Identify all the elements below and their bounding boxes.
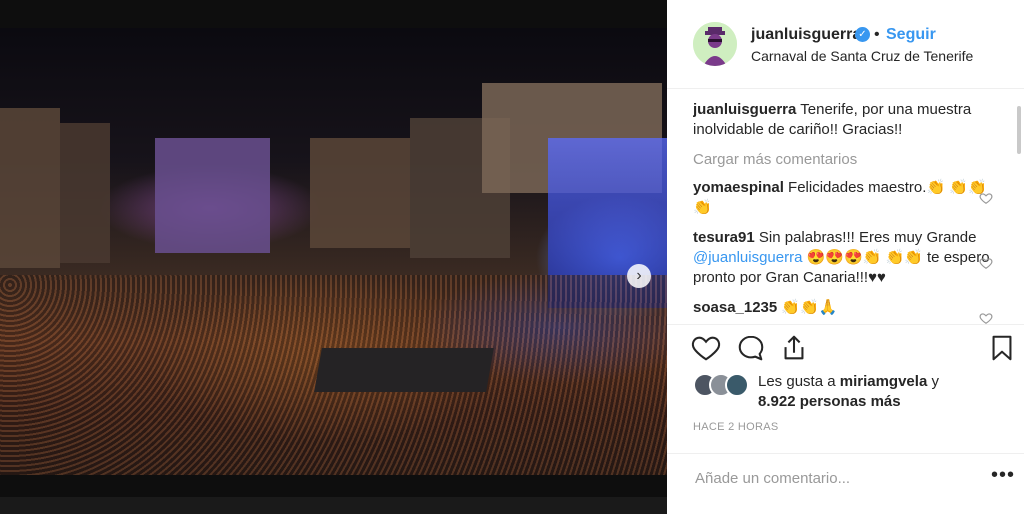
building <box>60 123 110 263</box>
comment-text: 👏👏🙏 <box>781 299 838 316</box>
liker-username[interactable]: miriamgvela <box>840 373 928 390</box>
comment-item: yomaespinal Felicidades maestro.👏 👏👏👏 <box>693 178 1003 218</box>
building <box>0 108 60 268</box>
comment-heart-icon[interactable] <box>979 312 993 324</box>
comments-list: juanluisguerra Tenerife, por una muestra… <box>693 100 1003 324</box>
caption-username[interactable]: juanluisguerra <box>693 101 796 118</box>
comment-username[interactable]: tesura91 <box>693 229 755 246</box>
avatar[interactable] <box>693 22 737 66</box>
carousel-next-button[interactable]: › <box>627 264 651 288</box>
add-comment-bar: ••• <box>667 453 1024 504</box>
comment-item: tesura91 Sin palabras!!! Eres muy Grande… <box>693 228 1003 288</box>
liker-avatars <box>693 373 753 397</box>
post-actions: Les gusta a miriamgvela y 8.922 personas… <box>667 324 1024 505</box>
post-timestamp[interactable]: HACE 2 HORAS <box>693 421 779 433</box>
comment-heart-icon[interactable] <box>979 191 993 205</box>
comment-icon[interactable] <box>736 333 766 363</box>
bookmark-icon[interactable] <box>987 333 1017 363</box>
post-photo[interactable]: › <box>0 28 667 475</box>
share-icon[interactable] <box>779 333 809 363</box>
load-more-comments-button[interactable]: Cargar más comentarios <box>693 150 1003 170</box>
scrollbar[interactable] <box>1017 106 1021 154</box>
building <box>155 138 270 253</box>
follow-button[interactable]: Seguir <box>886 26 936 44</box>
post-caption: juanluisguerra Tenerife, por una muestra… <box>693 100 1003 140</box>
likes-prefix: Les gusta a <box>758 373 840 390</box>
comment-heart-icon[interactable] <box>979 256 993 270</box>
building <box>310 138 410 248</box>
likes-count[interactable]: 8.922 personas más <box>758 393 901 410</box>
comment-item: soasa_1235 👏👏🙏 <box>693 298 1003 318</box>
tent <box>314 348 494 392</box>
comment-text: Sin palabras!!! Eres muy Grande <box>758 229 977 246</box>
likes-suffix: y <box>927 373 939 390</box>
more-options-button[interactable]: ••• <box>991 464 1015 487</box>
post-username[interactable]: juanluisguerra <box>751 26 861 44</box>
post-header: juanluisguerra ✓ • Seguir Carnaval de Sa… <box>667 0 1024 89</box>
post-sidebar: juanluisguerra ✓ • Seguir Carnaval de Sa… <box>667 0 1024 514</box>
avatar-illustration-icon <box>693 22 737 66</box>
background-strip <box>0 497 667 514</box>
post-location[interactable]: Carnaval de Santa Cruz de Tenerife <box>751 48 973 64</box>
comment-username[interactable]: soasa_1235 <box>693 299 777 316</box>
comment-username[interactable]: yomaespinal <box>693 179 784 196</box>
verified-badge-icon: ✓ <box>855 27 870 42</box>
comment-mention[interactable]: @juanluisguerra <box>693 249 802 266</box>
comment-input[interactable] <box>693 466 957 490</box>
avatar <box>725 373 749 397</box>
heart-icon[interactable] <box>691 333 721 363</box>
separator: • <box>874 26 880 43</box>
likes-line: Les gusta a miriamgvela y <box>758 373 939 390</box>
